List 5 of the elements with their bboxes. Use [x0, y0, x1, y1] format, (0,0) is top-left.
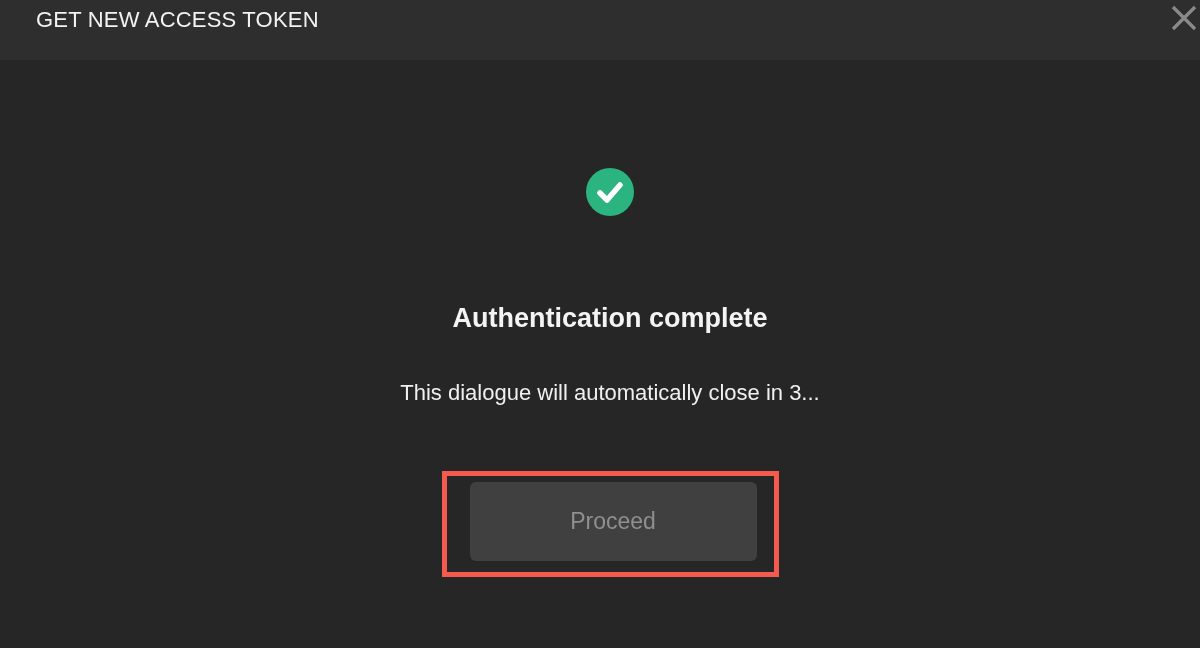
- status-heading: Authentication complete: [452, 302, 768, 334]
- close-icon: [1171, 5, 1197, 31]
- close-button[interactable]: [1171, 5, 1197, 31]
- status-message: This dialogue will automatically close in 3...: [400, 379, 820, 407]
- dialog-title: GET NEW ACCESS TOKEN: [36, 7, 319, 33]
